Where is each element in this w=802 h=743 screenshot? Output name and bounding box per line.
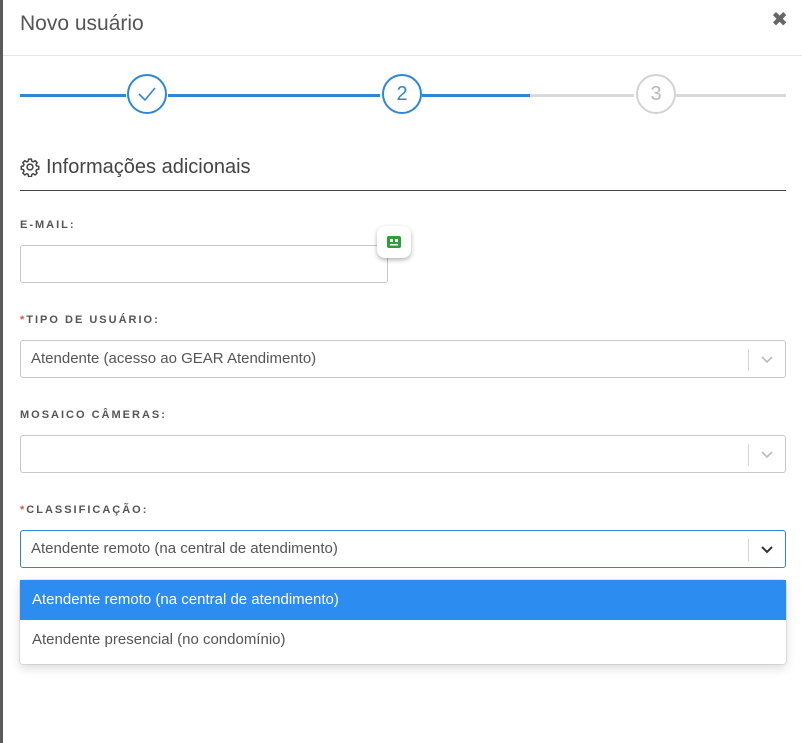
select-separator xyxy=(748,349,749,371)
modal-header: Novo usuário ✖ xyxy=(3,0,802,56)
step-3[interactable]: 3 xyxy=(636,74,676,114)
email-input[interactable] xyxy=(20,245,388,283)
gear-icon xyxy=(20,158,40,177)
classification-label: *CLASSIFICAÇÃO: xyxy=(20,504,149,516)
chevron-down-icon[interactable] xyxy=(760,448,774,462)
user-type-label: *TIPO DE USUÁRIO: xyxy=(20,314,160,326)
select-separator xyxy=(748,539,749,561)
step-2[interactable]: 2 xyxy=(382,74,422,114)
step-connector xyxy=(20,94,126,97)
step-connector xyxy=(168,94,380,97)
section-title: Informações adicionais xyxy=(46,156,251,178)
dropdown-option[interactable]: Atendente presencial (no condomínio) xyxy=(20,620,786,660)
autofill-badge-button[interactable] xyxy=(377,226,411,258)
step-1[interactable] xyxy=(127,74,167,114)
step-connector xyxy=(530,94,634,97)
classification-value: Atendente remoto (na central de atendime… xyxy=(31,540,338,557)
classification-dropdown: Atendente remoto (na central de atendime… xyxy=(20,580,786,664)
user-type-select[interactable]: Atendente (acesso ao GEAR Atendimento) xyxy=(20,340,786,378)
autofill-icon xyxy=(387,236,401,248)
classification-select[interactable]: Atendente remoto (na central de atendime… xyxy=(20,530,786,568)
chevron-down-icon[interactable] xyxy=(760,543,774,557)
step-connector xyxy=(422,94,530,97)
camera-mosaic-select[interactable] xyxy=(20,435,786,473)
select-separator xyxy=(748,444,749,466)
step-connector xyxy=(676,94,786,97)
dropdown-option[interactable]: Atendente remoto (na central de atendime… xyxy=(20,580,786,620)
chevron-down-icon[interactable] xyxy=(760,353,774,367)
user-type-value: Atendente (acesso ao GEAR Atendimento) xyxy=(31,350,317,367)
check-icon xyxy=(138,87,156,102)
section-heading: Informações adicionais xyxy=(20,154,786,191)
email-label: E-MAIL: xyxy=(20,219,76,231)
modal-title: Novo usuário xyxy=(20,12,144,35)
close-icon[interactable]: ✖ xyxy=(771,10,788,30)
camera-mosaic-label: MOSAICO CÂMERAS: xyxy=(20,409,167,421)
new-user-modal: Novo usuário ✖ 2 3 Informações adicionai… xyxy=(3,0,802,743)
wizard-stepper: 2 3 xyxy=(20,74,786,118)
